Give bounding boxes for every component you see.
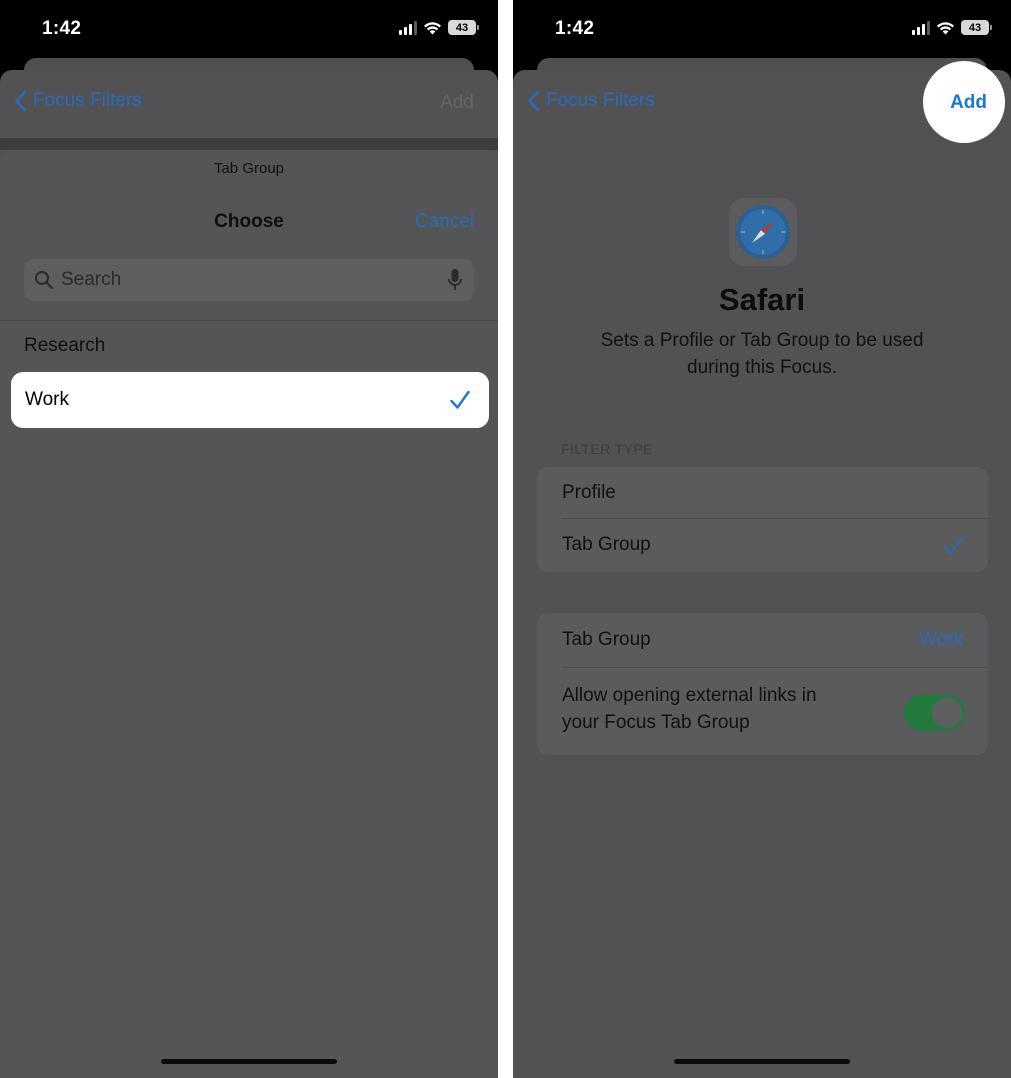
battery-level: 43 xyxy=(455,21,469,34)
cellular-signal-icon xyxy=(912,20,930,35)
option-profile[interactable]: Profile xyxy=(537,467,988,519)
status-bar: 1:42 43 xyxy=(0,0,498,58)
add-button[interactable]: Add xyxy=(440,92,474,114)
tab-group-value: Work xyxy=(919,629,963,650)
tab-group-label: Tab Group xyxy=(562,629,651,650)
microphone-icon[interactable] xyxy=(448,268,462,292)
back-label: Focus Filters xyxy=(546,90,655,111)
checkmark-icon xyxy=(450,390,470,409)
checkmark-icon xyxy=(943,536,963,555)
cellular-signal-icon xyxy=(399,20,417,35)
battery-icon: 43 xyxy=(448,20,479,35)
status-time: 1:42 xyxy=(42,18,82,39)
battery-icon: 43 xyxy=(961,20,992,35)
filter-type-group: Profile Tab Group xyxy=(537,467,988,572)
back-label: Focus Filters xyxy=(33,90,142,111)
wifi-icon xyxy=(424,21,441,34)
list-item-work[interactable]: Work xyxy=(11,372,489,428)
back-button[interactable]: Focus Filters xyxy=(527,90,655,112)
chevron-left-icon xyxy=(15,90,27,112)
search-icon xyxy=(35,271,54,290)
left-phone-screen: 1:42 43 Focus Filters Add Tab Group Choo… xyxy=(0,0,498,1078)
cancel-button[interactable]: Cancel xyxy=(415,211,474,233)
nav-bar: Focus Filters Add xyxy=(0,88,498,122)
battery-level: 43 xyxy=(968,21,982,34)
picker-subtitle: Tab Group xyxy=(213,160,285,177)
divider xyxy=(0,320,498,321)
home-indicator[interactable] xyxy=(161,1059,337,1064)
sheet-separator xyxy=(0,138,498,150)
safari-app-icon xyxy=(729,198,797,266)
right-phone-screen: 1:42 43 Focus Filters Add Safari Sets a … xyxy=(513,0,1011,1078)
add-button[interactable]: Add xyxy=(950,92,987,114)
safari-compass-icon xyxy=(736,205,790,259)
filter-type-header: FILTER TYPE xyxy=(561,441,653,457)
app-description: Sets a Profile or Tab Group to be used d… xyxy=(600,330,924,378)
status-bar: 1:42 43 xyxy=(513,0,1011,58)
chevron-left-icon xyxy=(528,90,540,112)
app-name: Safari xyxy=(718,282,806,317)
home-indicator[interactable] xyxy=(674,1059,850,1064)
tab-group-row[interactable]: Tab Group Work xyxy=(537,613,988,668)
back-button[interactable]: Focus Filters xyxy=(14,90,142,112)
option-tab-group[interactable]: Tab Group xyxy=(537,519,988,572)
status-time: 1:42 xyxy=(555,18,595,39)
list-item-label: Work xyxy=(25,389,69,410)
status-icons: 43 xyxy=(399,20,479,35)
search-field[interactable]: Search xyxy=(24,259,474,301)
status-icons: 43 xyxy=(912,20,992,35)
settings-group: Tab Group Work Allow opening external li… xyxy=(537,613,988,755)
option-label: Profile xyxy=(562,482,616,503)
allow-links-toggle[interactable] xyxy=(904,695,965,731)
search-placeholder: Search xyxy=(61,269,122,290)
list-item-research[interactable]: Research xyxy=(24,335,105,357)
allow-links-label-line1: Allow opening external links in xyxy=(562,685,817,706)
wifi-icon xyxy=(937,21,954,34)
toggle-knob xyxy=(932,698,962,728)
option-label: Tab Group xyxy=(562,534,651,555)
allow-links-label-line2: your Focus Tab Group xyxy=(562,712,750,733)
